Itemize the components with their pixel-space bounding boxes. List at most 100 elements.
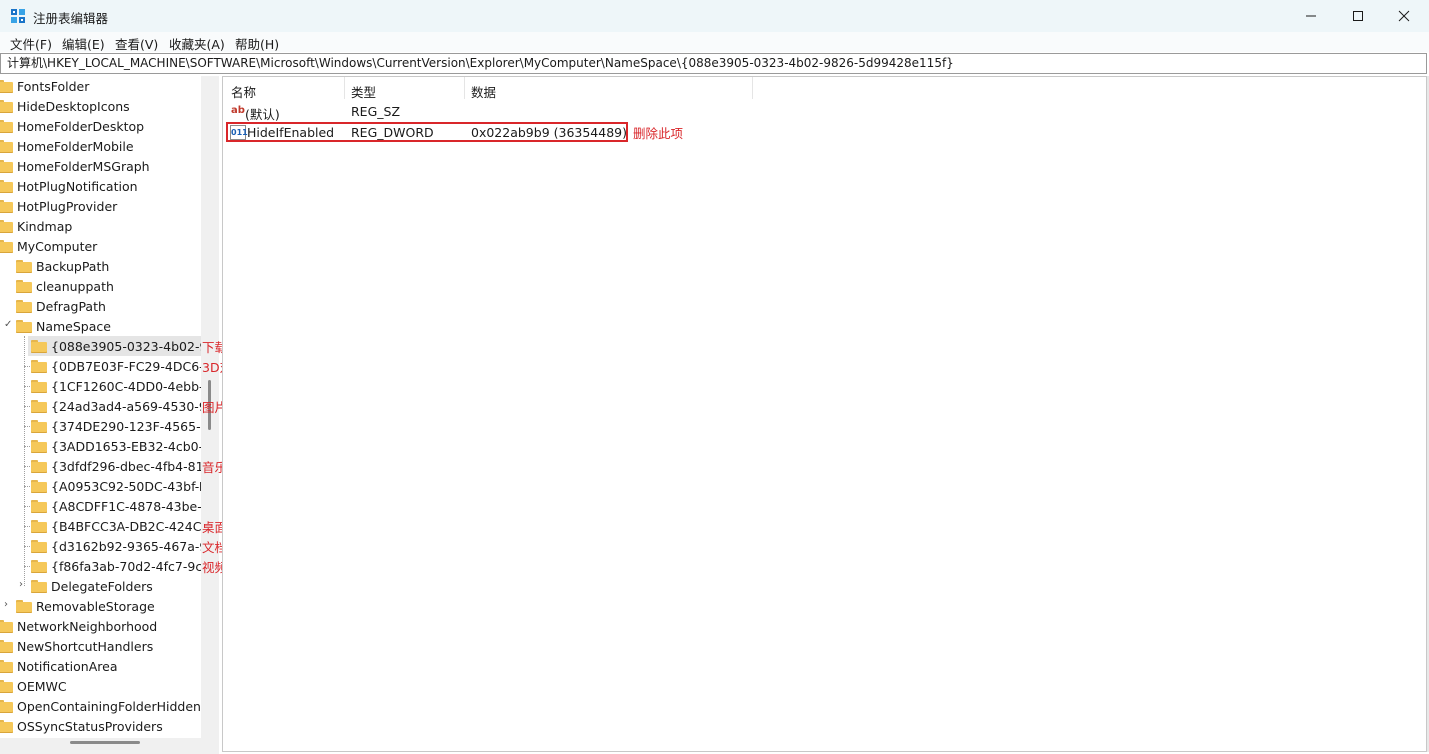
tree-item-label: HomeFolderMSGraph	[17, 158, 150, 174]
tree-item[interactable]: OpenContainingFolderHiddenList	[0, 696, 218, 716]
tree-item[interactable]: OEMWC	[0, 676, 67, 696]
folder-icon	[31, 459, 47, 473]
tree-item-label: {3dfdf296-dbec-4fb4-81d1-6a3438bcf4de}	[51, 458, 218, 474]
tree-item[interactable]: NetworkNeighborhood	[0, 616, 157, 636]
menu-file[interactable]: 文件(F)	[10, 34, 52, 53]
tree-item-label: NotificationArea	[17, 658, 118, 674]
folder-icon	[31, 419, 47, 433]
tree-item[interactable]: HomeFolderMobile	[0, 136, 134, 156]
annotation-label: 删除此项	[633, 126, 684, 141]
column-header-data[interactable]: 数据	[471, 82, 496, 101]
menu-favorites[interactable]: 收藏夹(A)	[169, 34, 225, 53]
folder-icon	[0, 239, 13, 253]
minimize-button[interactable]	[1288, 0, 1334, 32]
collapse-chevron-icon[interactable]: ✓	[4, 319, 12, 330]
tree-item-namespace[interactable]: NameSpace	[16, 316, 111, 336]
tree-item[interactable]: {1CF1260C-4DD0-4ebb-811F-33C572699FDE}	[28, 376, 218, 396]
tree-item-label: DelegateFolders	[51, 578, 153, 594]
tree-item[interactable]: {3ADD1653-EB32-4cb0-BBD7-DFA0ABB5ACCA}	[28, 436, 218, 456]
tree-item-label: OSSyncStatusProviders	[17, 718, 163, 734]
folder-icon	[31, 359, 47, 373]
tree-item[interactable]: DefragPath	[16, 296, 106, 316]
tree-item[interactable]: {d3162b92-9365-467a-956b-92703aca08af}	[28, 536, 218, 556]
value-row[interactable]: ab (默认) REG_SZ	[227, 103, 827, 122]
tree-item-label: {374DE290-123F-4565-9164-39C4925E467B}	[51, 418, 218, 434]
tree-item[interactable]: {374DE290-123F-4565-9164-39C4925E467B}	[28, 416, 218, 436]
tree-item[interactable]: HideDesktopIcons	[0, 96, 130, 116]
tree-item[interactable]: NotificationArea	[0, 656, 118, 676]
tree-item-label: {3ADD1653-EB32-4cb0-BBD7-DFA0ABB5ACCA}	[51, 438, 218, 454]
folder-icon	[31, 339, 47, 353]
tree-item[interactable]: {f86fa3ab-70d2-4fc7-9c99-fcbf05467f3a}	[28, 556, 218, 576]
tree-item[interactable]: {A8CDFF1C-4878-43be-B5FD-F8091C1C60D0}	[28, 496, 218, 516]
tree-item[interactable]: FontsFolder	[0, 76, 89, 96]
regedit-app-icon	[11, 9, 25, 23]
tree-item[interactable]: {0DB7E03F-FC29-4DC6-9020-FF41B59E513A}	[28, 356, 218, 376]
tree-item-label: {088e3905-0323-4b02-9826-5d99428e115f}	[51, 338, 201, 354]
expand-chevron-icon[interactable]: ›	[19, 579, 23, 590]
address-bar[interactable]: 计算机\HKEY_LOCAL_MACHINE\SOFTWARE\Microsof…	[0, 53, 1427, 74]
column-separator[interactable]	[344, 77, 345, 99]
folder-icon	[16, 319, 32, 333]
tree-item[interactable]: OSSyncStatusProviders	[0, 716, 163, 736]
menu-help[interactable]: 帮助(H)	[235, 34, 279, 53]
tree-item-label: {d3162b92-9365-467a-956b-92703aca08af}	[51, 538, 218, 554]
tree-item[interactable]: {A0953C92-50DC-43bf-BE83-3742FED03C9C}	[28, 476, 218, 496]
tree-item[interactable]: {24ad3ad4-a569-4530-98e1-ab02f9417aa8}	[28, 396, 218, 416]
tree-item[interactable]: NewShortcutHandlers	[0, 636, 153, 656]
folder-icon	[16, 259, 32, 273]
folder-icon	[0, 199, 13, 213]
folder-icon	[0, 179, 13, 193]
column-separator[interactable]	[464, 77, 465, 99]
tree-item-label: NewShortcutHandlers	[17, 638, 154, 654]
tree-item-label: NetworkNeighborhood	[17, 618, 158, 634]
string-value-icon: ab	[230, 104, 246, 119]
folder-icon	[31, 379, 47, 393]
values-list[interactable]: 名称 类型 数据 ab (默认) REG_SZ 011 HideIfEnable…	[222, 76, 1427, 752]
folder-icon	[16, 279, 32, 293]
tree-item[interactable]: MyComputer	[0, 236, 97, 256]
close-button[interactable]	[1381, 0, 1427, 32]
folder-icon	[31, 439, 47, 453]
folder-icon	[0, 639, 13, 653]
tree-item[interactable]: HotPlugProvider	[0, 196, 117, 216]
menu-edit[interactable]: 编辑(E)	[62, 34, 105, 53]
tree-item-label: RemovableStorage	[36, 598, 155, 614]
tree-item-label: HotPlugNotification	[17, 178, 138, 194]
maximize-button[interactable]	[1335, 0, 1381, 32]
key-tree[interactable]: FontsFolder HideDesktopIcons HomeFolderD…	[0, 76, 219, 754]
tree-item[interactable]: {3dfdf296-dbec-4fb4-81d1-6a3438bcf4de}	[28, 456, 218, 476]
expand-chevron-icon[interactable]: ›	[4, 599, 8, 610]
tree-item[interactable]: Kindmap	[0, 216, 72, 236]
tree-item[interactable]: HomeFolderDesktop	[0, 116, 144, 136]
tree-item[interactable]: HotPlugNotification	[0, 176, 138, 196]
tree-item-label: {f86fa3ab-70d2-4fc7-9c99-fcbf05467f3a}	[51, 558, 218, 574]
folder-icon	[31, 479, 47, 493]
folder-icon	[0, 619, 13, 633]
tree-item[interactable]: BackupPath	[16, 256, 109, 276]
tree-item-label: HideDesktopIcons	[17, 98, 130, 114]
folder-icon	[0, 659, 13, 673]
tree-item[interactable]: HomeFolderMSGraph	[0, 156, 150, 176]
menu-bar: 文件(F) 编辑(E) 查看(V) 收藏夹(A) 帮助(H)	[0, 32, 1429, 52]
tree-item-label: OEMWC	[17, 678, 67, 694]
folder-icon	[0, 679, 13, 693]
tree-connector	[24, 336, 25, 586]
column-header-name[interactable]: 名称	[231, 82, 256, 101]
tree-item[interactable]: RemovableStorage	[16, 596, 155, 616]
column-separator[interactable]	[752, 77, 753, 99]
tree-item[interactable]: {B4BFCC3A-DB2C-424C-B029-7FE99A87C641}	[28, 516, 218, 536]
value-name: (默认)	[245, 107, 280, 122]
folder-icon	[31, 399, 47, 413]
tree-item-label: {1CF1260C-4DD0-4ebb-811F-33C572699FDE}	[51, 378, 218, 394]
tree-item-label: HomeFolderMobile	[17, 138, 134, 154]
tree-item-selected[interactable]: {088e3905-0323-4b02-9826-5d99428e115f}	[28, 336, 201, 356]
folder-icon	[31, 499, 47, 513]
tree-item[interactable]: cleanuppath	[16, 276, 114, 296]
menu-view[interactable]: 查看(V)	[115, 34, 158, 53]
folder-icon	[31, 559, 47, 573]
column-header-type[interactable]: 类型	[351, 82, 376, 101]
tree-horizontal-scroll-thumb[interactable]	[70, 741, 140, 744]
tree-item[interactable]: DelegateFolders	[28, 576, 153, 596]
tree-item-label: cleanuppath	[36, 278, 114, 294]
